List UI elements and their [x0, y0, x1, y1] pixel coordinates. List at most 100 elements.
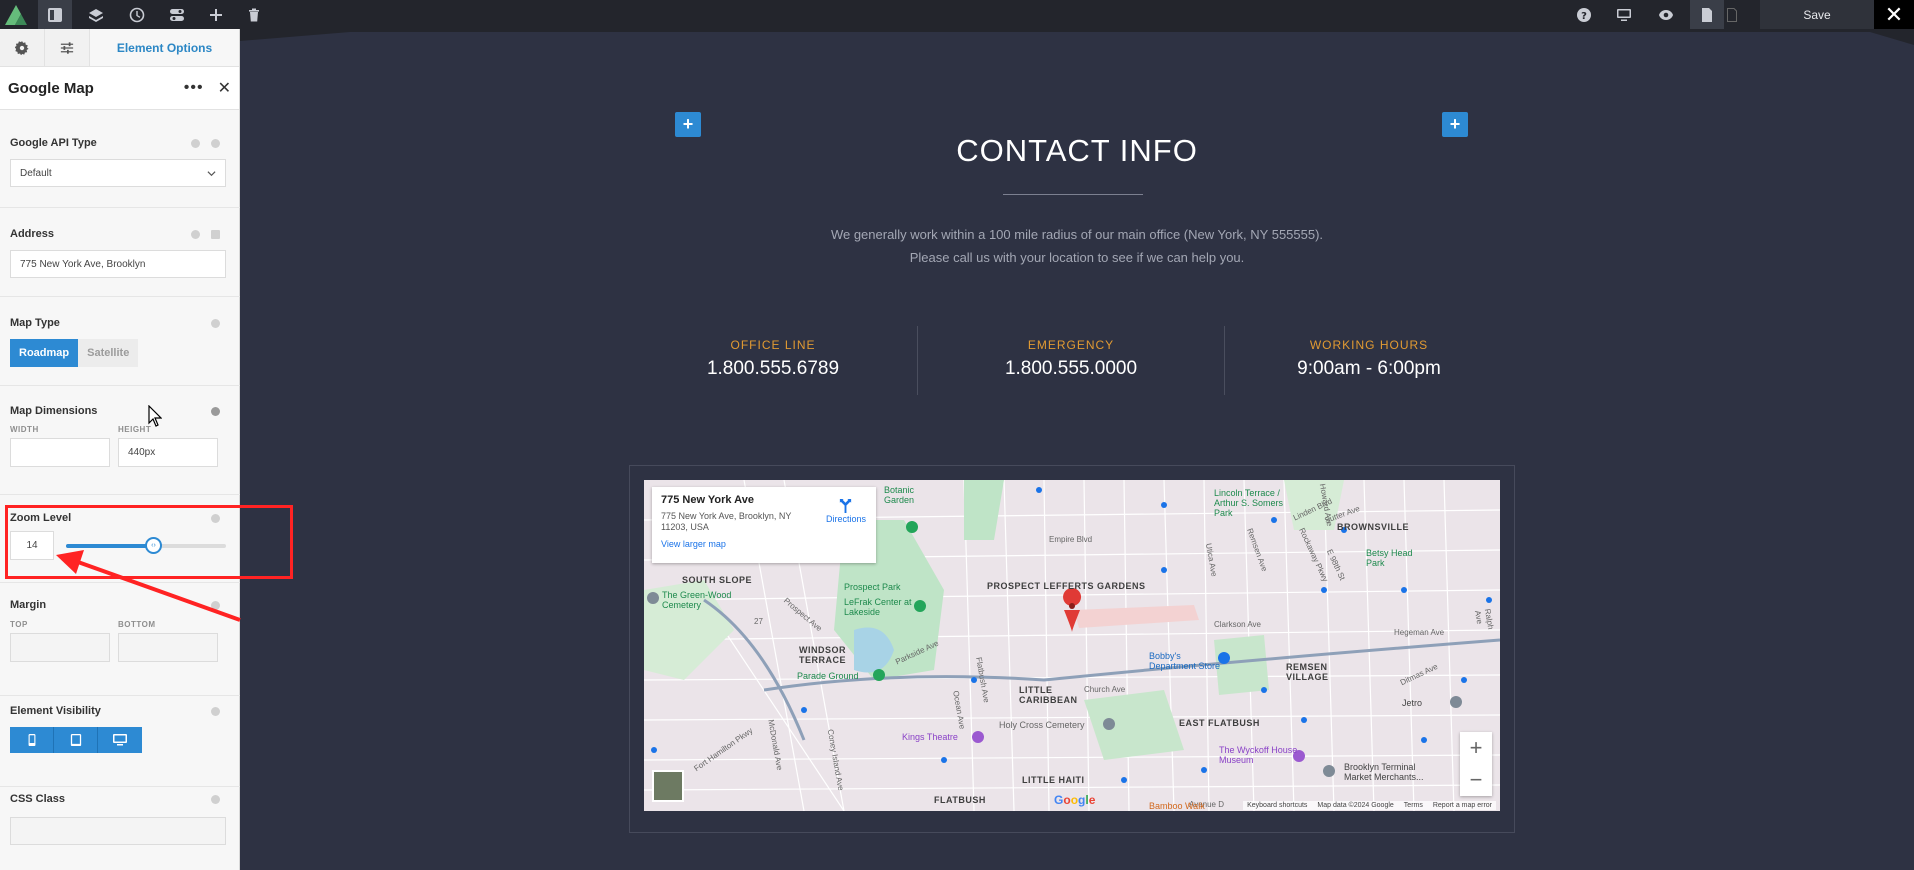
toggles-icon[interactable] [160, 0, 194, 29]
page-outline-icon[interactable] [1716, 0, 1748, 29]
satellite-button[interactable]: Satellite [78, 339, 139, 367]
google-map[interactable]: PROSPECT LEFFERTS GARDENS SOUTH SLOPE WI… [644, 480, 1500, 811]
close-panel-icon[interactable]: ✕ [218, 78, 231, 98]
zoom-out-button[interactable]: − [1460, 764, 1492, 796]
svg-text:?: ? [1581, 11, 1587, 22]
divider [0, 296, 240, 297]
stat-value: 9:00am - 6:00pm [1297, 358, 1441, 379]
margin-top-input[interactable] [10, 633, 110, 662]
terms-link[interactable]: Terms [1404, 802, 1423, 809]
desktop-icon[interactable] [1607, 0, 1641, 29]
help-icon[interactable] [211, 795, 220, 804]
map-label: EAST FLATBUSH [1179, 718, 1260, 728]
mouse-cursor-icon [148, 405, 162, 427]
tablet-icon [70, 734, 81, 746]
satellite-toggle-thumbnail[interactable] [652, 770, 684, 802]
map-label: LITTLE HAITI [1022, 775, 1085, 785]
margin-label: Margin [10, 599, 47, 611]
report-error-link[interactable]: Report a map error [1433, 802, 1492, 809]
map-label: Bobby's Department Store [1149, 651, 1221, 671]
copy-icon[interactable] [211, 230, 220, 239]
help-icon[interactable] [211, 319, 220, 328]
divider [0, 582, 240, 583]
map-label: SOUTH SLOPE [682, 575, 753, 585]
top-divider-shape [240, 29, 1914, 45]
layers-icon[interactable] [79, 0, 113, 29]
stat-label: EMERGENCY [1027, 338, 1115, 352]
settings-tab[interactable] [0, 29, 45, 66]
street-label: Clarkson Ave [1214, 620, 1261, 629]
element-header: Google Map ••• ✕ [0, 67, 239, 110]
divider [0, 494, 240, 495]
margin-bottom-input[interactable] [118, 633, 218, 662]
route-shield: 27 [754, 617, 763, 626]
directions-button[interactable]: Directions [826, 498, 866, 524]
divider [0, 786, 240, 787]
save-button[interactable]: Save [1760, 0, 1874, 29]
map-type-label: Map Type [10, 317, 60, 329]
reset-icon[interactable] [211, 139, 220, 148]
zoom-in-button[interactable]: + [1460, 732, 1492, 764]
history-icon[interactable] [120, 0, 154, 29]
map-label: FLATBUSH [934, 795, 986, 805]
map-label: Lincoln Terrace / Arthur S. Somers Park [1214, 488, 1284, 518]
preview-icon[interactable] [1649, 0, 1683, 29]
map-label: Botanic Garden [884, 485, 915, 505]
close-builder-button[interactable]: ✕ [1874, 0, 1914, 29]
css-class-input[interactable] [10, 817, 226, 845]
stat-label: WORKING HOURS [1309, 338, 1429, 352]
help-icon[interactable] [211, 707, 220, 716]
options-tab[interactable] [45, 29, 90, 66]
title-separator [1003, 194, 1143, 195]
panel-tabs: Element Options [0, 29, 239, 67]
map-label: Parade Ground [797, 671, 859, 681]
css-class-label: CSS Class [10, 793, 66, 805]
keyboard-shortcuts-link[interactable]: Keyboard shortcuts [1247, 802, 1307, 809]
description-line-1: We generally work within a 100 mile radi… [830, 227, 1324, 242]
desktop-visibility-button[interactable] [98, 727, 142, 753]
stat-value: 1.800.555.6789 [706, 358, 840, 379]
width-input[interactable] [10, 438, 110, 467]
layout-icon[interactable] [38, 0, 72, 29]
roadmap-button[interactable]: Roadmap [10, 339, 79, 367]
api-type-value: Default [20, 167, 52, 179]
tablet-visibility-button[interactable] [54, 727, 98, 753]
mobile-icon [28, 734, 35, 746]
map-zoom-controls: + − [1460, 732, 1492, 796]
stat-value: 1.800.555.0000 [1004, 358, 1138, 379]
view-larger-map-link[interactable]: View larger map [661, 539, 867, 549]
sliders-icon [60, 41, 74, 54]
emergency-stat: EMERGENCY 1.800.555.0000 [951, 338, 1191, 380]
map-label: BROWNSVILLE [1337, 522, 1409, 532]
map-label: LeFrak Center at Lakeside [844, 597, 912, 617]
map-label: Bamboo Walk [1149, 801, 1205, 811]
width-label: WIDTH [10, 425, 39, 434]
highlight-box [5, 505, 293, 579]
map-info-card: 775 New York Ave 775 New York Ave, Brook… [652, 487, 876, 563]
directions-icon [840, 498, 852, 513]
help-icon[interactable] [191, 230, 200, 239]
api-type-select[interactable]: Default [10, 159, 226, 187]
gear-icon [15, 40, 29, 55]
plus-icon[interactable] [199, 0, 233, 29]
help-icon[interactable]: ? [1567, 0, 1601, 29]
more-options-icon[interactable]: ••• [184, 79, 204, 97]
directions-label: Directions [825, 514, 866, 524]
info-card-address: 775 New York Ave, Brooklyn, NY 11203, US… [661, 511, 792, 532]
address-input[interactable]: 775 New York Ave, Brooklyn [10, 250, 226, 278]
map-label: Jetro [1402, 698, 1423, 708]
help-icon[interactable] [191, 139, 200, 148]
street-label: Empire Blvd [1049, 535, 1093, 544]
map-label: The Wyckoff House Museum [1219, 745, 1298, 765]
avada-logo-icon[interactable] [3, 3, 29, 26]
divider [0, 207, 240, 208]
help-icon[interactable] [211, 601, 220, 610]
chevron-down-icon [207, 170, 216, 176]
mobile-visibility-button[interactable] [10, 727, 54, 753]
trash-icon[interactable] [237, 0, 271, 29]
height-input[interactable]: 440px [118, 438, 218, 467]
divider [0, 385, 240, 386]
help-icon[interactable] [211, 407, 220, 416]
map-label: Kings Theatre [902, 732, 958, 742]
element-options-tab[interactable]: Element Options [90, 29, 239, 66]
